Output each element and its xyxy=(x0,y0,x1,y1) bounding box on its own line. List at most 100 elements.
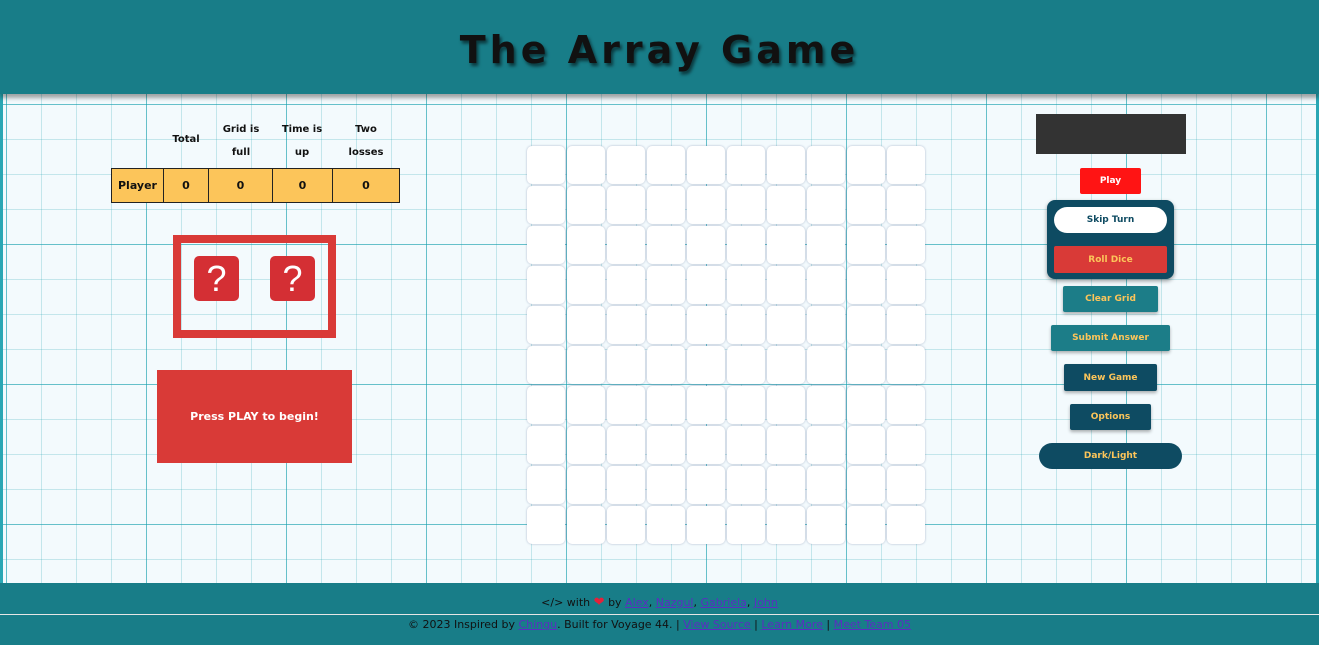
grid-cell[interactable] xyxy=(887,426,925,464)
grid-cell[interactable] xyxy=(847,226,885,264)
grid-cell[interactable] xyxy=(687,226,725,264)
grid-cell[interactable] xyxy=(607,506,645,544)
author-link-alex[interactable]: Alex xyxy=(625,596,649,609)
grid-cell[interactable] xyxy=(727,226,765,264)
meet-team-link[interactable]: Meet Team 05 xyxy=(834,618,911,631)
grid-cell[interactable] xyxy=(687,306,725,344)
grid-cell[interactable] xyxy=(847,386,885,424)
grid-cell[interactable] xyxy=(807,426,845,464)
grid-cell[interactable] xyxy=(887,226,925,264)
chingu-link[interactable]: Chingu xyxy=(518,618,557,631)
grid-cell[interactable] xyxy=(807,346,845,384)
grid-cell[interactable] xyxy=(807,186,845,224)
grid-cell[interactable] xyxy=(527,186,565,224)
grid-cell[interactable] xyxy=(527,386,565,424)
grid-cell[interactable] xyxy=(727,146,765,184)
grid-cell[interactable] xyxy=(847,186,885,224)
grid-cell[interactable] xyxy=(647,506,685,544)
author-link-john[interactable]: John xyxy=(754,596,778,609)
new-game-button[interactable]: New Game xyxy=(1064,364,1157,391)
grid-cell[interactable] xyxy=(647,226,685,264)
grid-cell[interactable] xyxy=(567,466,605,504)
grid-cell[interactable] xyxy=(647,306,685,344)
grid-cell[interactable] xyxy=(767,386,805,424)
grid-cell[interactable] xyxy=(767,466,805,504)
grid-cell[interactable] xyxy=(727,466,765,504)
grid-cell[interactable] xyxy=(607,346,645,384)
grid-cell[interactable] xyxy=(727,186,765,224)
grid-cell[interactable] xyxy=(687,386,725,424)
grid-cell[interactable] xyxy=(687,466,725,504)
clear-grid-button[interactable]: Clear Grid xyxy=(1063,286,1158,312)
grid-cell[interactable] xyxy=(847,346,885,384)
grid-cell[interactable] xyxy=(807,386,845,424)
grid-cell[interactable] xyxy=(607,226,645,264)
grid-cell[interactable] xyxy=(527,466,565,504)
array-grid[interactable] xyxy=(527,146,925,544)
play-button[interactable]: Play xyxy=(1080,168,1141,194)
grid-cell[interactable] xyxy=(647,186,685,224)
grid-cell[interactable] xyxy=(727,266,765,304)
grid-cell[interactable] xyxy=(527,306,565,344)
grid-cell[interactable] xyxy=(527,146,565,184)
submit-answer-button[interactable]: Submit Answer xyxy=(1051,325,1170,351)
author-link-gabriela[interactable]: Gabriela xyxy=(701,596,747,609)
grid-cell[interactable] xyxy=(567,266,605,304)
grid-cell[interactable] xyxy=(767,146,805,184)
grid-cell[interactable] xyxy=(567,426,605,464)
grid-cell[interactable] xyxy=(807,226,845,264)
grid-cell[interactable] xyxy=(847,306,885,344)
grid-cell[interactable] xyxy=(607,386,645,424)
dark-light-toggle[interactable]: Dark/Light xyxy=(1039,443,1182,469)
grid-cell[interactable] xyxy=(687,346,725,384)
grid-cell[interactable] xyxy=(807,466,845,504)
skip-turn-button[interactable]: Skip Turn xyxy=(1054,207,1167,233)
grid-cell[interactable] xyxy=(887,266,925,304)
grid-cell[interactable] xyxy=(607,426,645,464)
grid-cell[interactable] xyxy=(687,426,725,464)
grid-cell[interactable] xyxy=(607,306,645,344)
grid-cell[interactable] xyxy=(647,146,685,184)
grid-cell[interactable] xyxy=(727,306,765,344)
grid-cell[interactable] xyxy=(607,466,645,504)
grid-cell[interactable] xyxy=(687,186,725,224)
grid-cell[interactable] xyxy=(847,506,885,544)
grid-cell[interactable] xyxy=(887,346,925,384)
grid-cell[interactable] xyxy=(527,226,565,264)
grid-cell[interactable] xyxy=(767,186,805,224)
grid-cell[interactable] xyxy=(807,506,845,544)
grid-cell[interactable] xyxy=(887,146,925,184)
grid-cell[interactable] xyxy=(767,226,805,264)
grid-cell[interactable] xyxy=(567,226,605,264)
grid-cell[interactable] xyxy=(607,186,645,224)
grid-cell[interactable] xyxy=(647,426,685,464)
grid-cell[interactable] xyxy=(567,186,605,224)
grid-cell[interactable] xyxy=(607,266,645,304)
grid-cell[interactable] xyxy=(567,306,605,344)
grid-cell[interactable] xyxy=(527,346,565,384)
grid-cell[interactable] xyxy=(727,506,765,544)
grid-cell[interactable] xyxy=(807,266,845,304)
grid-cell[interactable] xyxy=(647,346,685,384)
grid-cell[interactable] xyxy=(567,346,605,384)
grid-cell[interactable] xyxy=(767,346,805,384)
learn-more-link[interactable]: Learn More xyxy=(761,618,823,631)
grid-cell[interactable] xyxy=(887,506,925,544)
grid-cell[interactable] xyxy=(847,266,885,304)
options-button[interactable]: Options xyxy=(1070,404,1151,430)
grid-cell[interactable] xyxy=(647,266,685,304)
grid-cell[interactable] xyxy=(847,426,885,464)
grid-cell[interactable] xyxy=(767,506,805,544)
grid-cell[interactable] xyxy=(727,346,765,384)
grid-cell[interactable] xyxy=(807,146,845,184)
grid-cell[interactable] xyxy=(887,466,925,504)
grid-cell[interactable] xyxy=(567,146,605,184)
grid-cell[interactable] xyxy=(767,266,805,304)
grid-cell[interactable] xyxy=(687,266,725,304)
grid-cell[interactable] xyxy=(887,306,925,344)
grid-cell[interactable] xyxy=(687,146,725,184)
grid-cell[interactable] xyxy=(767,426,805,464)
grid-cell[interactable] xyxy=(887,186,925,224)
grid-cell[interactable] xyxy=(847,466,885,504)
grid-cell[interactable] xyxy=(887,386,925,424)
